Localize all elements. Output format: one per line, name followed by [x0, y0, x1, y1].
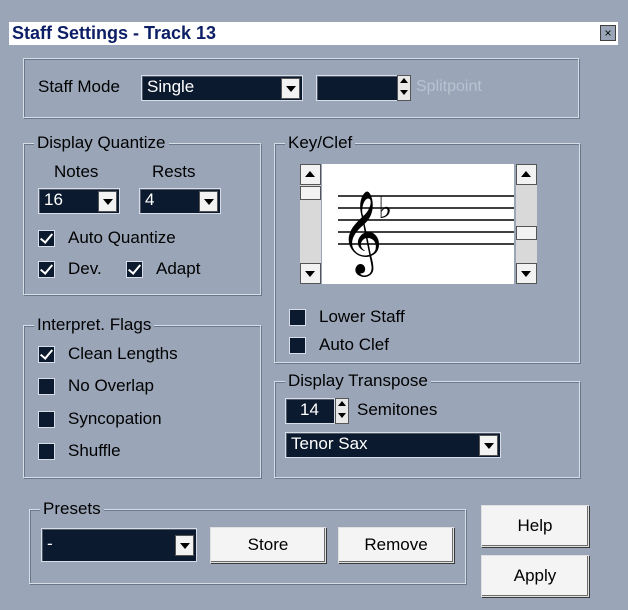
notes-dropdown[interactable]: 16: [38, 188, 120, 214]
chevron-down-icon[interactable]: [98, 191, 117, 212]
dev-checkbox[interactable]: [38, 261, 55, 278]
auto-quantize-checkbox[interactable]: [38, 230, 55, 247]
key-clef-display: 𝄞 ♭: [322, 164, 514, 284]
auto-quantize-label: Auto Quantize: [68, 228, 176, 247]
clef-scrollbar[interactable]: [300, 164, 321, 284]
chevron-down-icon[interactable]: [175, 535, 194, 556]
display-quantize-title: Display Quantize: [34, 133, 169, 153]
presets-group: Presets - Store Remove: [29, 499, 466, 584]
syncopation-label: Syncopation: [68, 409, 162, 428]
instrument-value: Tenor Sax: [291, 434, 368, 453]
chevron-down-icon[interactable]: [199, 191, 218, 212]
display-transpose-group: Display Transpose 14 Semitones Tenor Sax: [274, 371, 580, 478]
no-overlap-label: No Overlap: [68, 376, 154, 395]
adapt-checkbox[interactable]: [126, 261, 143, 278]
presets-title: Presets: [40, 499, 104, 519]
title-bar: Staff Settings - Track 13 ×: [9, 22, 618, 45]
clean-lengths-checkbox[interactable]: [38, 346, 55, 363]
chevron-down-icon[interactable]: [479, 435, 498, 456]
staff-mode-group: Staff Mode Single Splitpoint: [23, 58, 579, 118]
presets-dropdown[interactable]: -: [41, 528, 197, 562]
splitpoint-field[interactable]: [316, 75, 398, 101]
staff-settings-window: Staff Settings - Track 13 × Staff Mode S…: [0, 0, 628, 610]
syncopation-checkbox[interactable]: [38, 411, 55, 428]
adapt-label: Adapt: [156, 259, 201, 278]
stepper-down-icon[interactable]: [398, 88, 410, 100]
shuffle-label: Shuffle: [68, 441, 121, 460]
semitones-value: 14: [300, 400, 319, 419]
remove-button[interactable]: Remove: [338, 527, 454, 563]
semitones-label: Semitones: [357, 400, 438, 419]
semitones-stepper[interactable]: [335, 398, 349, 424]
window-title: Staff Settings - Track 13: [12, 23, 217, 43]
help-button[interactable]: Help: [481, 505, 589, 547]
dev-label: Dev.: [68, 259, 102, 278]
presets-value: -: [47, 534, 53, 553]
display-quantize-group: Display Quantize Notes Rests 16 4 Auto Q…: [23, 133, 261, 295]
rests-dropdown[interactable]: 4: [139, 188, 221, 214]
lower-staff-checkbox[interactable]: [289, 309, 306, 326]
interpret-flags-group: Interpret. Flags Clean Lengths No Overla…: [23, 315, 261, 478]
notes-label: Notes: [54, 162, 99, 181]
no-overlap-checkbox[interactable]: [38, 378, 55, 395]
rests-label: Rests: [152, 162, 196, 181]
clean-lengths-label: Clean Lengths: [68, 344, 178, 363]
scroll-down-icon[interactable]: [516, 263, 537, 284]
display-transpose-title: Display Transpose: [285, 371, 431, 391]
shuffle-checkbox[interactable]: [38, 443, 55, 460]
scroll-up-icon[interactable]: [300, 164, 321, 185]
staff-mode-value: Single: [147, 77, 195, 96]
scroll-thumb[interactable]: [300, 186, 321, 200]
key-scrollbar[interactable]: [516, 164, 537, 284]
stepper-up-icon[interactable]: [336, 399, 348, 411]
notes-value: 16: [44, 190, 63, 209]
scroll-down-icon[interactable]: [300, 263, 321, 284]
splitpoint-label: Splitpoint: [416, 78, 482, 95]
scroll-up-icon[interactable]: [516, 164, 537, 185]
close-button[interactable]: ×: [600, 25, 616, 41]
treble-clef-icon: 𝄞: [340, 189, 383, 277]
lower-staff-label: Lower Staff: [319, 307, 405, 326]
rests-value: 4: [145, 190, 155, 209]
staff-notation: 𝄞 ♭: [338, 189, 514, 277]
apply-button[interactable]: Apply: [481, 555, 589, 597]
auto-clef-label: Auto Clef: [319, 335, 389, 354]
semitones-field[interactable]: 14: [285, 398, 335, 424]
key-clef-title: Key/Clef: [285, 133, 356, 153]
interpret-flags-title: Interpret. Flags: [34, 315, 155, 335]
flat-icon: ♭: [378, 191, 392, 226]
store-button[interactable]: Store: [210, 527, 326, 563]
scroll-thumb[interactable]: [516, 226, 537, 240]
staff-mode-dropdown[interactable]: Single: [141, 75, 303, 101]
instrument-dropdown[interactable]: Tenor Sax: [285, 432, 501, 458]
auto-clef-checkbox[interactable]: [289, 337, 306, 354]
stepper-up-icon[interactable]: [398, 76, 410, 88]
staff-mode-label: Staff Mode: [38, 77, 120, 96]
stepper-down-icon[interactable]: [336, 411, 348, 423]
splitpoint-stepper[interactable]: [397, 75, 411, 101]
chevron-down-icon[interactable]: [281, 78, 300, 99]
